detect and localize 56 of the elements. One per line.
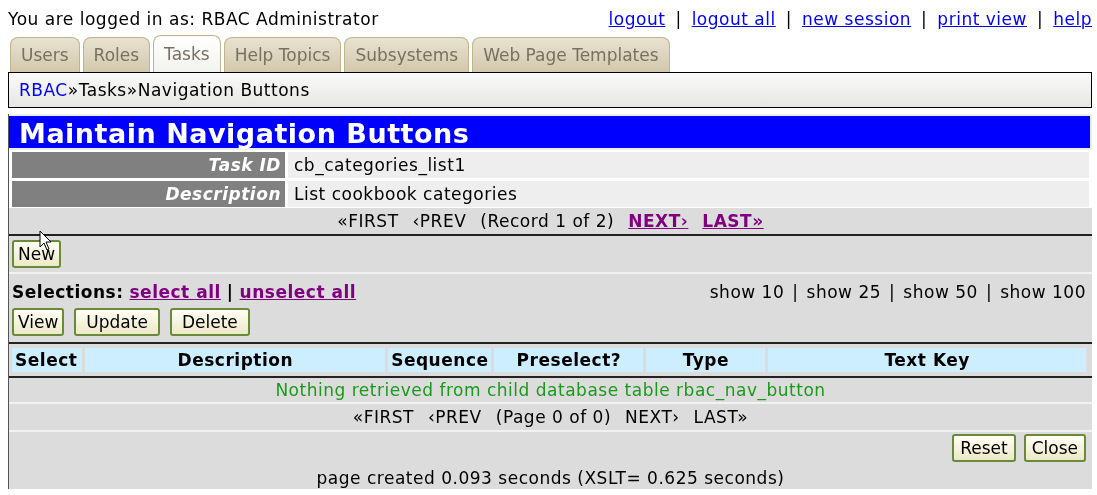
field-label: Description xyxy=(12,181,285,207)
separator-text: | xyxy=(792,282,799,302)
form-button[interactable]: Reset xyxy=(952,434,1016,462)
column-header: Select xyxy=(12,348,83,372)
breadcrumb-item: Tasks xyxy=(78,80,127,100)
pager-status: (Page 0 of 0) xyxy=(495,407,612,427)
header-link[interactable]: new session xyxy=(802,9,912,29)
separator-text: | xyxy=(921,9,928,29)
header-link[interactable]: help xyxy=(1053,9,1092,29)
separator-text: | xyxy=(785,9,792,29)
pager-label: NEXT› xyxy=(625,407,680,427)
header-link[interactable]: logout xyxy=(608,9,666,29)
page-size-option[interactable]: show 25 xyxy=(806,282,882,302)
selections-label: Selections: xyxy=(12,282,124,302)
pager-label: ‹PREV xyxy=(412,211,467,231)
column-header: Preselect? xyxy=(494,348,644,372)
pager-status: (Record 1 of 2) xyxy=(480,211,615,231)
empty-message: Nothing retrieved from child database table rbac_nav_button xyxy=(275,380,826,400)
separator-text: | xyxy=(985,282,993,302)
form-button[interactable]: Close xyxy=(1023,434,1086,462)
pager-label: «FIRST xyxy=(337,211,399,231)
page-size-option[interactable]: show 100 xyxy=(1000,282,1086,302)
breadcrumb-separator: » xyxy=(126,80,138,100)
breadcrumb-item: Navigation Buttons xyxy=(137,80,310,100)
separator-text: | xyxy=(889,282,896,302)
field-label: Task ID xyxy=(12,152,285,178)
header-link[interactable]: print view xyxy=(937,9,1027,29)
action-button[interactable]: Update xyxy=(74,308,160,336)
separator-text: | xyxy=(675,9,682,29)
breadcrumb-link[interactable]: RBAC xyxy=(19,80,68,100)
field-value: List cookbook categories xyxy=(288,181,1089,207)
selection-link[interactable]: select all xyxy=(129,282,221,302)
page-size-option[interactable]: show 50 xyxy=(903,282,978,302)
field-value: cb_categories_list1 xyxy=(288,152,1089,178)
header-link[interactable]: logout all xyxy=(691,9,776,29)
separator-text: | xyxy=(226,282,234,302)
new-button[interactable]: New xyxy=(12,240,62,268)
pager-link[interactable]: NEXT› xyxy=(628,211,689,231)
pager-label: ‹PREV xyxy=(427,407,482,427)
tab[interactable]: Tasks xyxy=(153,35,221,72)
breadcrumb-separator: » xyxy=(67,80,79,100)
column-header: Sequence xyxy=(388,348,492,372)
status-text: page created 0.093 seconds (XSLT= 0.625 seconds) xyxy=(316,468,785,488)
column-header: Description xyxy=(85,348,386,372)
action-button[interactable]: View xyxy=(12,308,65,336)
pager-label: LAST» xyxy=(693,407,749,427)
selection-link[interactable]: unselect all xyxy=(239,282,357,302)
login-status: You are logged in as: RBAC Administrator xyxy=(8,9,379,29)
separator-text: | xyxy=(1036,9,1044,29)
column-header: Type xyxy=(646,348,766,372)
pager-label: «FIRST xyxy=(352,407,414,427)
action-button[interactable]: Delete xyxy=(169,308,250,336)
pager-link[interactable]: LAST» xyxy=(702,211,764,231)
page-size-option[interactable]: show 10 xyxy=(709,282,785,302)
column-header: Text Key xyxy=(768,348,1086,372)
page-title: Maintain Navigation Buttons xyxy=(9,114,1092,150)
